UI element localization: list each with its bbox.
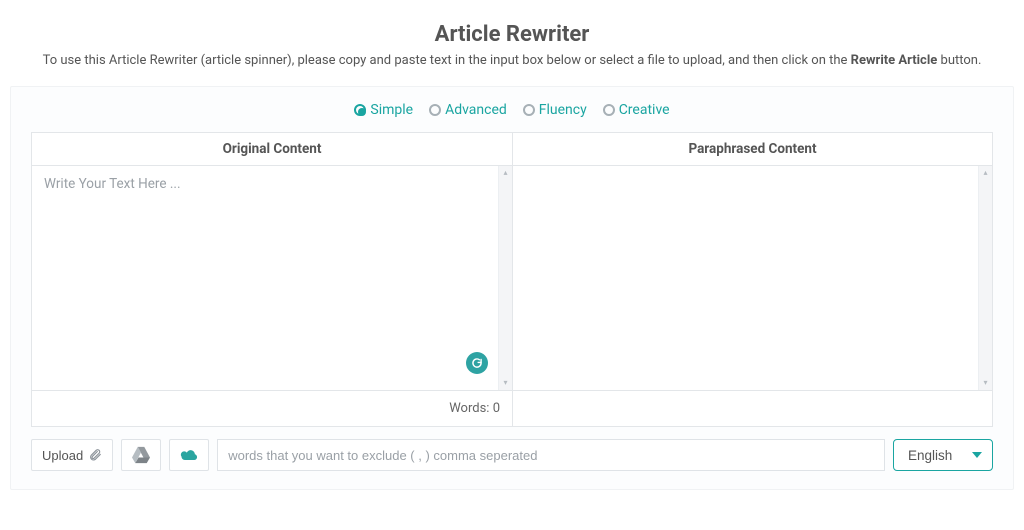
original-header: Original Content — [32, 133, 512, 166]
radio-icon — [354, 104, 366, 116]
mode-label: Creative — [619, 102, 670, 118]
scroll-down-icon: ▾ — [983, 379, 987, 387]
mode-label: Fluency — [539, 102, 587, 118]
language-select[interactable]: English — [893, 439, 993, 471]
paraphrased-header: Paraphrased Content — [513, 133, 992, 166]
mode-creative[interactable]: Creative — [603, 102, 670, 118]
scroll-down-icon: ▾ — [503, 379, 507, 387]
google-drive-icon — [131, 446, 151, 464]
upload-label: Upload — [42, 448, 83, 463]
cloud-icon — [179, 447, 199, 463]
mode-label: Advanced — [445, 102, 507, 118]
toolbar: Upload English — [31, 439, 993, 471]
paraphrased-textarea-wrap: ▴ ▾ — [513, 166, 992, 390]
original-textarea-wrap: ▴ ▾ — [32, 166, 512, 390]
subtitle: To use this Article Rewriter (article sp… — [10, 53, 1014, 68]
original-footer: Words: 0 — [32, 390, 512, 426]
words-label: Words: — [449, 401, 489, 416]
radio-icon — [603, 104, 615, 116]
rewriter-card: Simple Advanced Fluency Creative Origina… — [10, 86, 1014, 490]
paraphrased-textarea[interactable] — [513, 166, 978, 390]
radio-icon — [429, 104, 441, 116]
attachment-icon — [88, 448, 102, 462]
mode-fluency[interactable]: Fluency — [523, 102, 587, 118]
original-panel: Original Content ▴ ▾ — [32, 133, 512, 426]
mode-simple[interactable]: Simple — [354, 102, 413, 118]
radio-icon — [523, 104, 535, 116]
paraphrased-panel: Paraphrased Content ▴ ▾ — [512, 133, 992, 426]
subtitle-suffix: button. — [937, 53, 981, 68]
mode-radio-group: Simple Advanced Fluency Creative — [31, 101, 993, 120]
google-drive-button[interactable] — [121, 439, 161, 471]
subtitle-bold: Rewrite Article — [851, 53, 938, 68]
scrollbar[interactable]: ▴ ▾ — [498, 166, 512, 390]
upload-button[interactable]: Upload — [31, 439, 113, 471]
scroll-up-icon: ▴ — [983, 169, 987, 177]
page-title: Article Rewriter — [10, 22, 1014, 47]
words-count: 0 — [493, 401, 500, 416]
mode-label: Simple — [370, 102, 413, 118]
mode-advanced[interactable]: Advanced — [429, 102, 507, 118]
subtitle-prefix: To use this Article Rewriter (article sp… — [43, 53, 851, 68]
panels-container: Original Content ▴ ▾ — [31, 132, 993, 427]
scroll-up-icon: ▴ — [503, 169, 507, 177]
exclude-words-input[interactable] — [217, 439, 885, 471]
cloud-upload-button[interactable] — [169, 439, 209, 471]
paraphrased-footer — [513, 390, 992, 426]
grammarly-icon[interactable] — [466, 352, 488, 374]
original-textarea[interactable] — [32, 166, 498, 390]
paraphrased-body: ▴ ▾ — [513, 166, 992, 426]
original-body: ▴ ▾ Words: 0 — [32, 166, 512, 426]
scrollbar[interactable]: ▴ ▾ — [978, 166, 992, 390]
